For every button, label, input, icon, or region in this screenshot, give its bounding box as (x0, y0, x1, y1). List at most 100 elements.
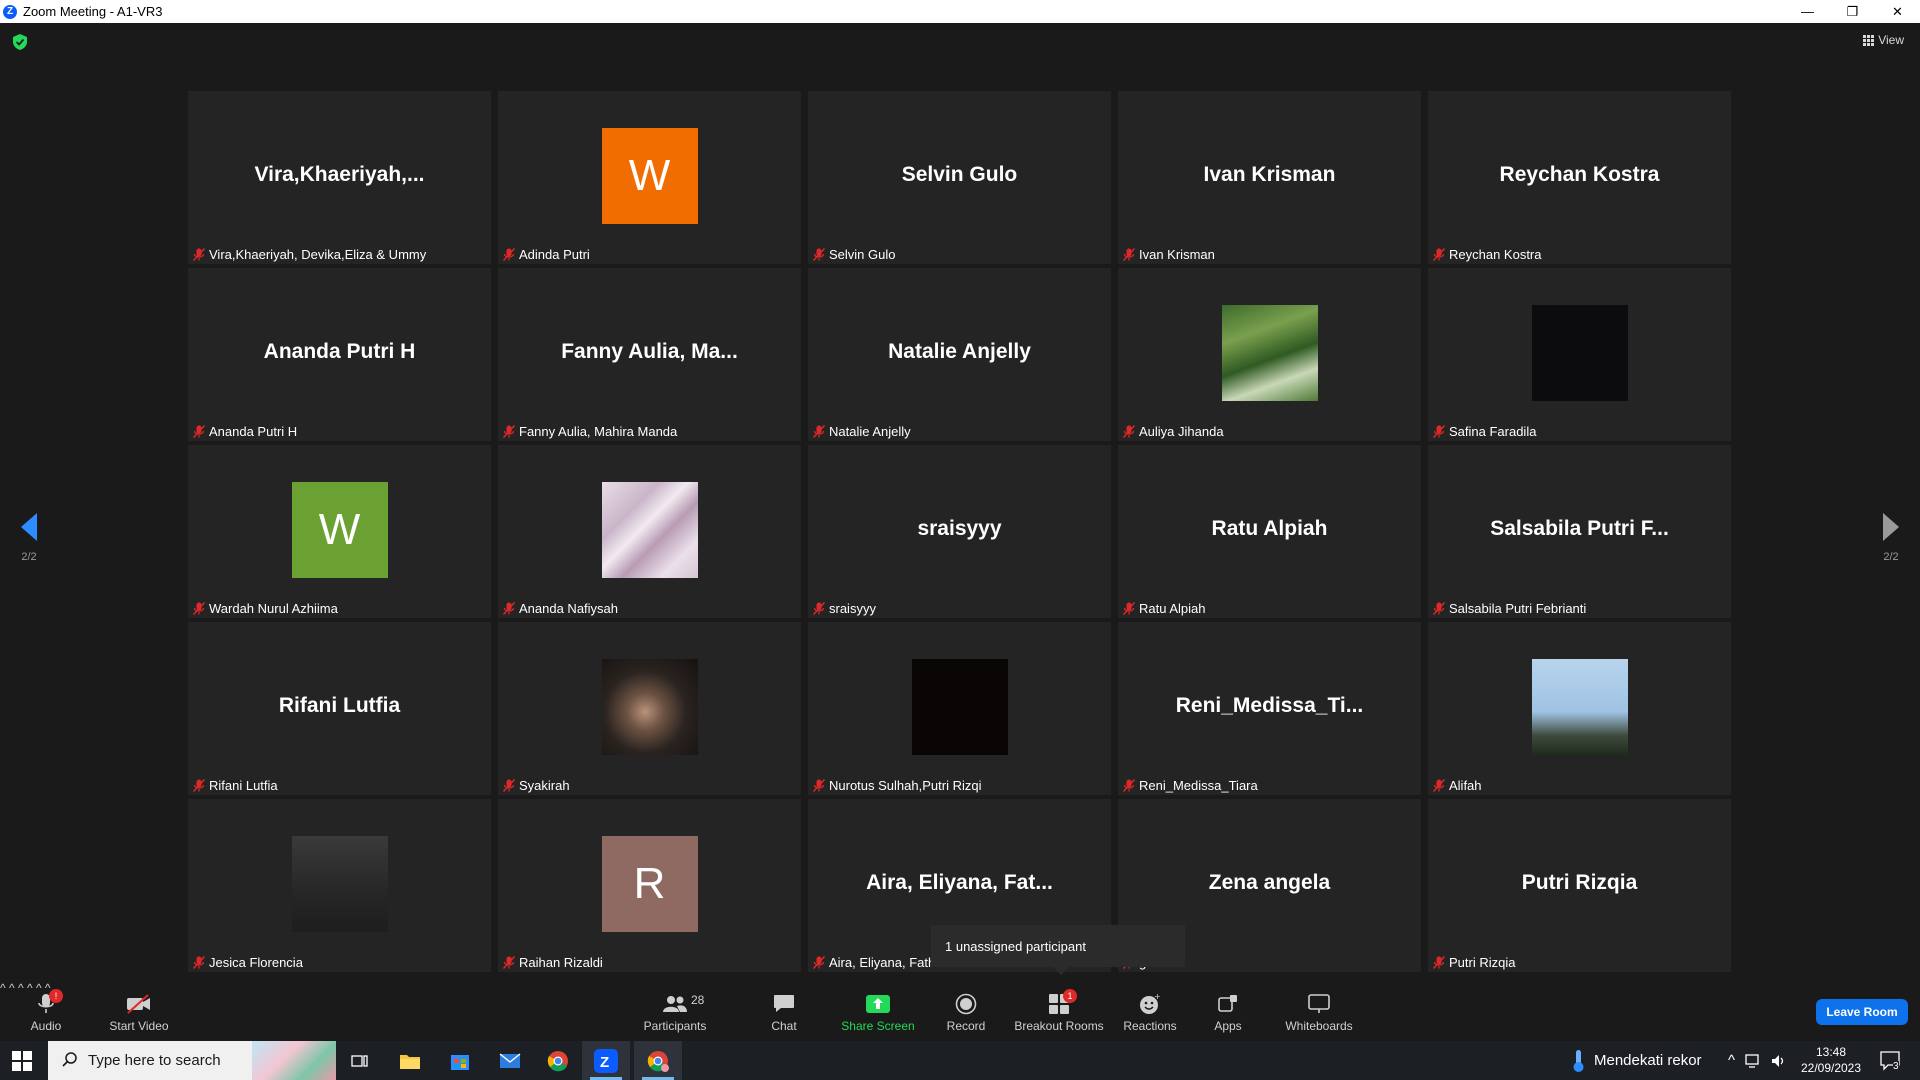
participant-display-name: Reni_Medissa_Ti... (1175, 694, 1364, 717)
participant-tile[interactable]: Safina Faradila (1428, 268, 1731, 441)
participant-tile[interactable]: Natalie Anjelly Natalie Anjelly (808, 268, 1111, 441)
participant-name-caption: Selvin Gulo (813, 247, 895, 262)
participant-tile[interactable]: Vira,Khaeriyah,... Vira,Khaeriyah, Devika… (188, 91, 491, 264)
arrow-right-icon (1883, 513, 1899, 541)
zoom-taskbar-icon[interactable]: Z (582, 1041, 630, 1080)
participants-button[interactable]: 28 Participants (640, 981, 710, 1041)
participant-name: Selvin Gulo (829, 247, 896, 262)
record-icon (955, 993, 977, 1015)
file-explorer-icon[interactable] (386, 1041, 434, 1080)
apps-button[interactable]: Apps (1208, 981, 1248, 1041)
breakout-rooms-button[interactable]: 1 Breakout Rooms (1014, 981, 1104, 1041)
previous-page-button[interactable]: 2/2 (9, 513, 49, 563)
weather-widget[interactable]: Mendekati rekor (1572, 1041, 1702, 1080)
minimize-button[interactable]: — (1785, 0, 1830, 23)
mic-muted-icon (503, 602, 515, 615)
participant-tile[interactable]: Ratu Alpiah Ratu Alpiah (1118, 445, 1421, 618)
participant-name-caption: Ananda Nafiysah (503, 601, 618, 616)
clock-date: 22/09/2023 (1800, 1061, 1862, 1075)
participant-tile[interactable]: Salsabila Putri F... Salsabila Putri Febr… (1428, 445, 1731, 618)
participant-tile[interactable]: Alifah (1428, 622, 1731, 795)
taskbar-search-box[interactable]: Type here to search (48, 1041, 336, 1080)
mic-muted-icon (503, 248, 515, 261)
participant-name: Vira,Khaeriyah, Devika,Eliza & Ummy (209, 247, 427, 262)
participant-tile[interactable]: Ananda Putri H Ananda Putri H (188, 268, 491, 441)
zoom-logo-icon: Z (3, 4, 17, 19)
close-button[interactable]: ✕ (1875, 0, 1920, 23)
unassigned-participant-tooltip[interactable]: 1 unassigned participant (931, 925, 1185, 975)
chrome-profile-icon[interactable] (634, 1041, 682, 1080)
participant-tile[interactable]: sraisyyy sraisyyy (808, 445, 1111, 618)
chrome-icon[interactable] (534, 1041, 582, 1080)
participant-display-name: Ananda Putri H (263, 340, 416, 363)
participant-name-caption: Aira, Eliyana, Fath (813, 955, 935, 970)
share-options-caret-icon[interactable]: ^ (18, 981, 24, 995)
leave-room-button[interactable]: Leave Room (1816, 999, 1908, 1025)
participant-tile[interactable]: Jesica Florencia (188, 799, 491, 972)
participant-name-caption: Ratu Alpiah (1123, 601, 1206, 616)
audio-options-caret-icon[interactable]: ^ (0, 981, 6, 995)
participant-tile[interactable]: Reychan Kostra Reychan Kostra (1428, 91, 1731, 264)
participant-tile[interactable]: R Raihan Rizaldi (498, 799, 801, 972)
tray-expand-icon[interactable]: ^ (1728, 1052, 1735, 1069)
record-button[interactable]: Record (946, 981, 986, 1041)
taskbar-clock[interactable]: 13:48 22/09/2023 (1796, 1044, 1866, 1076)
video-off-icon (127, 994, 150, 1014)
participant-name: Salsabila Putri Febrianti (1449, 601, 1587, 616)
next-page-button[interactable]: 2/2 (1871, 513, 1911, 563)
participant-display-name: Selvin Gulo (901, 163, 1018, 186)
network-icon[interactable] (1745, 1053, 1761, 1068)
profile-photo (1531, 305, 1628, 401)
participant-tile[interactable]: W Wardah Nurul Azhiima (188, 445, 491, 618)
share-screen-button[interactable]: Share Screen (838, 981, 918, 1041)
mic-muted-icon (503, 425, 515, 438)
participant-name: sraisyyy (829, 601, 876, 616)
participant-tile[interactable]: Fanny Aulia, Ma... Fanny Aulia, Mahira Ma… (498, 268, 801, 441)
participant-name-caption: Wardah Nurul Azhiima (193, 601, 338, 616)
start-video-button[interactable]: Start Video (104, 981, 174, 1041)
participant-tile[interactable]: Selvin Gulo Selvin Gulo (808, 91, 1111, 264)
audio-button[interactable]: ! Audio (26, 981, 66, 1041)
microsoft-store-icon[interactable] (436, 1041, 484, 1080)
video-grid: Vira,Khaeriyah,... Vira,Khaeriyah, Devika… (188, 91, 1732, 972)
participant-name: Nurotus Sulhah,Putri Rizqi (829, 778, 982, 793)
task-view-icon[interactable] (336, 1041, 384, 1080)
participant-tile[interactable]: Nurotus Sulhah,Putri Rizqi (808, 622, 1111, 795)
participant-name-caption: Raihan Rizaldi (503, 955, 603, 970)
reactions-button[interactable]: + Reactions (1120, 981, 1180, 1041)
mail-icon[interactable] (486, 1041, 534, 1080)
security-shield-icon[interactable] (13, 34, 27, 50)
participant-tile[interactable]: Auliya Jihanda (1118, 268, 1421, 441)
participant-name-caption: Reychan Kostra (1433, 247, 1542, 262)
participant-tile[interactable]: Putri Rizqia Putri Rizqia (1428, 799, 1731, 972)
chat-button[interactable]: Chat (764, 981, 804, 1041)
participant-display-name: Vira,Khaeriyah,... (254, 163, 425, 186)
participant-display-name: Natalie Anjelly (888, 340, 1031, 363)
search-placeholder: Type here to search (88, 1052, 221, 1069)
start-video-label: Start Video (109, 1019, 169, 1033)
participant-name-caption: Fanny Aulia, Mahira Manda (503, 424, 677, 439)
participant-tile[interactable]: W Adinda Putri (498, 91, 801, 264)
weather-text: Mendekati rekor (1594, 1052, 1702, 1069)
participant-tile[interactable]: Ivan Krisman Ivan Krisman (1118, 91, 1421, 264)
view-button[interactable]: View (1863, 33, 1904, 47)
participant-name: Wardah Nurul Azhiima (209, 601, 338, 616)
chat-options-caret-icon[interactable]: ^ (9, 981, 15, 995)
grid-view-icon (1863, 34, 1875, 46)
restore-button[interactable]: ❐ (1830, 0, 1875, 23)
participant-tile[interactable]: Rifani Lutfia Rifani Lutfia (188, 622, 491, 795)
participant-name: Alifah (1449, 778, 1482, 793)
participant-tile[interactable]: Syakirah (498, 622, 801, 795)
windows-start-icon[interactable] (12, 1051, 32, 1071)
whiteboards-button[interactable]: Whiteboards (1282, 981, 1356, 1041)
notification-center-button[interactable]: 3 (1880, 1041, 1902, 1080)
participant-name-caption: Rifani Lutfia (193, 778, 278, 793)
mic-muted-icon (193, 248, 205, 261)
participant-tile[interactable]: Ananda Nafiysah (498, 445, 801, 618)
participant-display-name: Reychan Kostra (1499, 163, 1660, 186)
profile-photo (1531, 659, 1628, 755)
participant-tile[interactable]: Reni_Medissa_Ti... Reni_Medissa_Tiara (1118, 622, 1421, 795)
mic-muted-icon (1433, 425, 1445, 438)
window-title: Zoom Meeting - A1-VR3 (23, 4, 163, 19)
volume-icon[interactable] (1771, 1054, 1787, 1068)
